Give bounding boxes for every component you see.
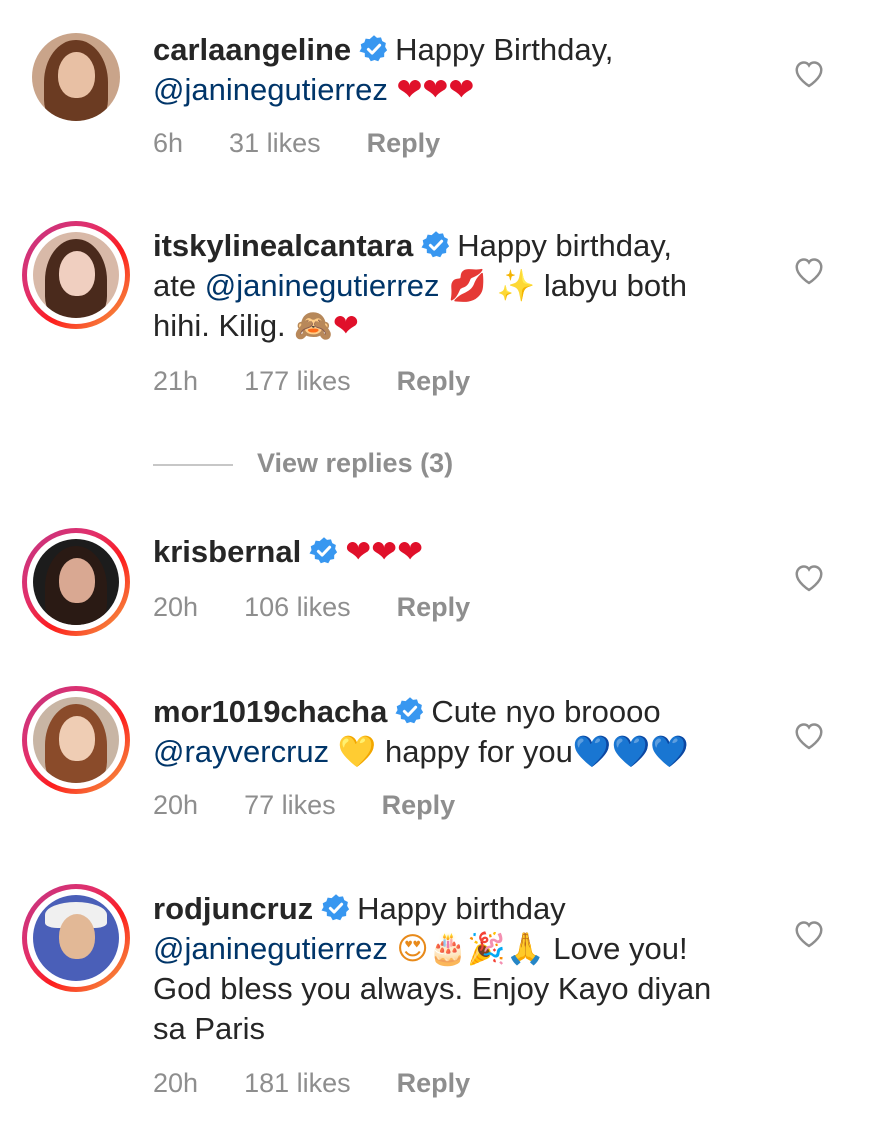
verified-badge-icon <box>395 697 424 724</box>
comment-meta: 20h 77 likes Reply <box>153 790 501 821</box>
comment-body: mor1019chacha Cute nyo broooo @rayvercruz… <box>153 692 773 772</box>
yellow-heart-emoji: 💛 <box>337 734 377 770</box>
reply-button[interactable]: Reply <box>367 128 441 159</box>
username[interactable]: itskylinealcantara <box>153 228 413 263</box>
divider <box>153 463 233 466</box>
comment-meta: 20h 181 likes Reply <box>153 1068 516 1099</box>
username[interactable]: carlaangeline <box>153 32 351 67</box>
username[interactable]: mor1019chacha <box>153 694 387 729</box>
comment-time: 20h <box>153 1068 199 1098</box>
comment-body: rodjuncruz Happy birthday @janinegutierre… <box>153 889 773 1049</box>
comment-text: Happy birthday, <box>457 228 673 263</box>
like-count[interactable]: 181 likes <box>244 1068 351 1099</box>
verified-badge-icon <box>309 537 338 564</box>
view-replies-button[interactable]: View replies (3) <box>153 448 453 484</box>
username[interactable]: krisbernal <box>153 534 301 569</box>
like-count[interactable]: 31 likes <box>229 128 321 159</box>
verified-badge-icon <box>321 894 350 921</box>
comment-text: ate <box>153 268 197 303</box>
monkey-heart-emoji: 🙈❤ <box>294 308 359 344</box>
comment-text: happy for you <box>385 734 573 769</box>
kiss-sparkle-emoji: 💋 ✨ <box>448 268 536 304</box>
comment-meta: 6h 31 likes Reply <box>153 128 486 159</box>
blue-hearts-emoji: 💙💙💙 <box>572 734 689 770</box>
comment-meta: 21h 177 likes Reply <box>153 366 516 397</box>
heart-outline-icon[interactable] <box>792 58 826 88</box>
comment-text: Happy birthday <box>357 891 566 926</box>
like-count[interactable]: 106 likes <box>244 592 351 623</box>
reply-button[interactable]: Reply <box>397 1068 471 1099</box>
hearts-emoji: ❤❤❤ <box>345 534 424 570</box>
comment-body: itskylinealcantara Happy birthday, ate @j… <box>153 226 773 346</box>
comment-time: 20h <box>153 592 199 622</box>
avatar[interactable] <box>22 221 130 329</box>
avatar[interactable] <box>22 884 130 992</box>
comment-text: Love you! <box>553 931 688 966</box>
comment-text: God bless you always. Enjoy Kayo diyan <box>153 971 712 1006</box>
comment-meta: 20h 106 likes Reply <box>153 592 516 623</box>
comment-body: krisbernal ❤❤❤ <box>153 532 773 572</box>
verified-badge-icon <box>421 231 450 258</box>
username[interactable]: rodjuncruz <box>153 891 313 926</box>
hearts-emoji: ❤❤❤ <box>396 72 475 108</box>
mention-link[interactable]: @janinegutierrez <box>153 931 388 966</box>
avatar[interactable] <box>22 686 130 794</box>
mention-link[interactable]: @rayvercruz <box>153 734 329 769</box>
comment-text: hihi. Kilig. <box>153 308 286 343</box>
reply-button[interactable]: Reply <box>397 366 471 397</box>
verified-badge-icon <box>359 35 388 62</box>
comment-body: carlaangeline Happy Birthday, @janineguti… <box>153 30 773 110</box>
avatar[interactable] <box>32 33 120 121</box>
reply-button[interactable]: Reply <box>397 592 471 623</box>
comment-text: Cute nyo broooo <box>431 694 661 729</box>
heart-outline-icon[interactable] <box>792 255 826 285</box>
heart-outline-icon[interactable] <box>792 918 826 948</box>
mention-link[interactable]: @janinegutierrez <box>153 72 388 107</box>
comment-text: labyu both <box>543 268 687 303</box>
comment-time: 20h <box>153 790 199 820</box>
comment-time: 6h <box>153 128 184 158</box>
like-count[interactable]: 177 likes <box>244 366 351 397</box>
comment-text: Happy Birthday, <box>395 32 614 67</box>
heart-outline-icon[interactable] <box>792 720 826 750</box>
mention-link[interactable]: @janinegutierrez <box>205 268 440 303</box>
reply-button[interactable]: Reply <box>382 790 456 821</box>
heart-outline-icon[interactable] <box>792 562 826 592</box>
celebration-emoji: 😍🎂🎉🙏 <box>396 931 545 967</box>
comment-text: sa Paris <box>153 1011 265 1046</box>
avatar[interactable] <box>22 528 130 636</box>
comment-time: 21h <box>153 366 199 396</box>
like-count[interactable]: 77 likes <box>244 790 336 821</box>
view-replies-label: View replies (3) <box>257 448 454 478</box>
